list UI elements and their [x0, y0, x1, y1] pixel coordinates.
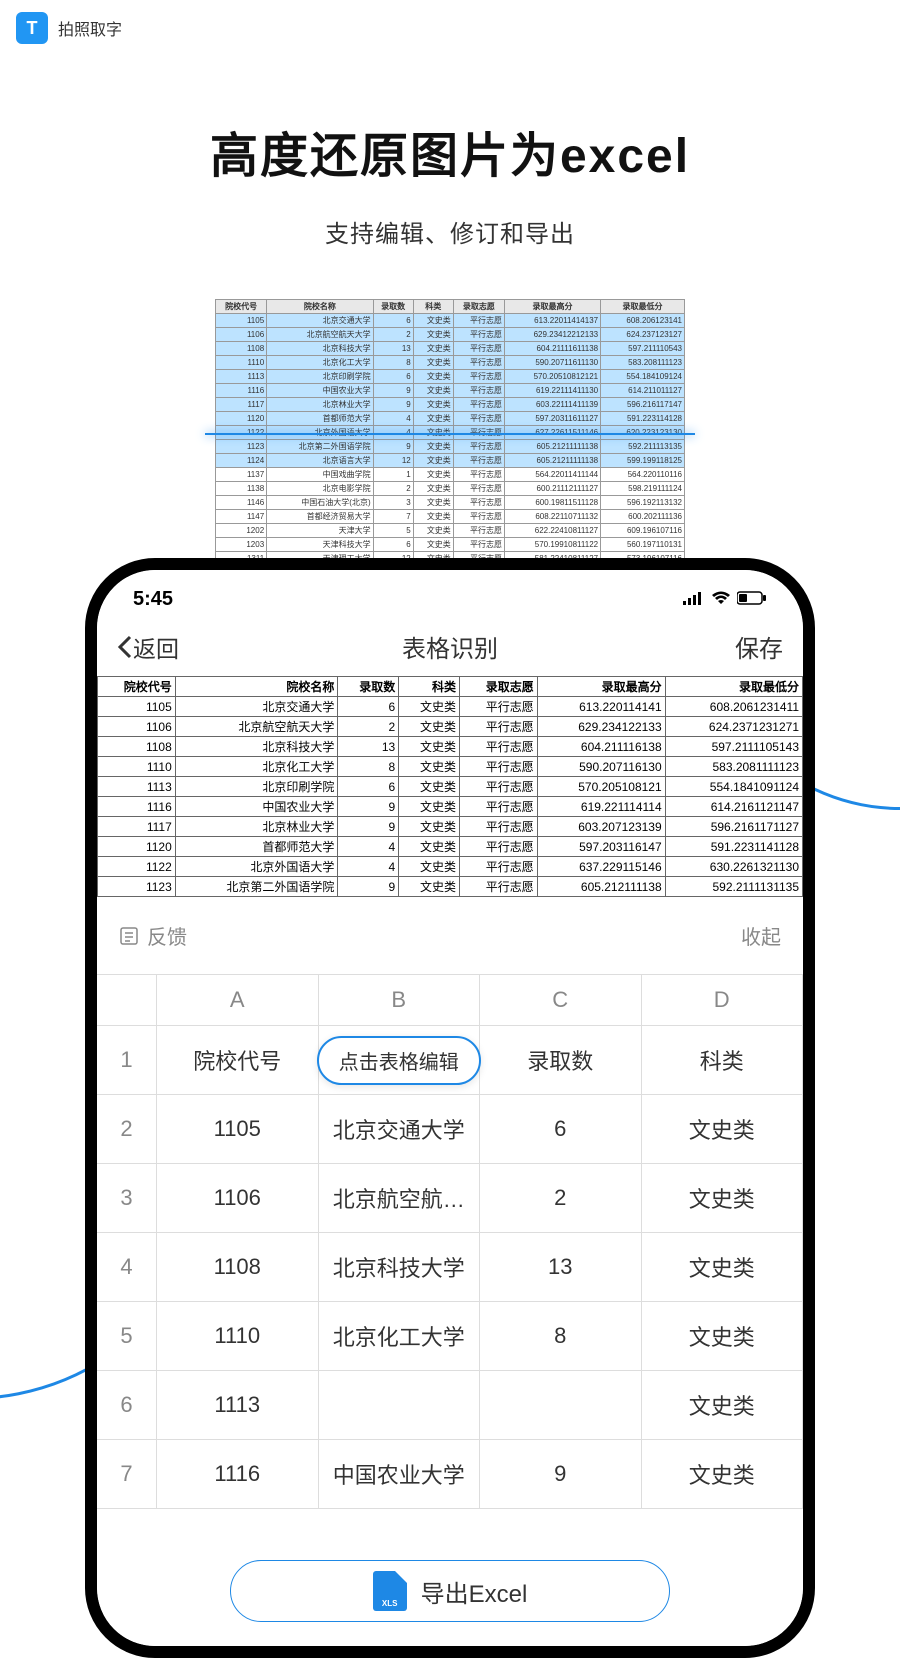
row-header[interactable]: 5	[97, 1302, 157, 1370]
xls-file-icon	[373, 1571, 407, 1611]
scan-line-indicator	[205, 433, 695, 435]
app-name: 拍照取字	[58, 16, 122, 40]
save-button[interactable]: 保存	[735, 629, 783, 664]
sheet-row: 1院校代号点击表格编辑录取数科类	[97, 1026, 803, 1095]
page-title: 表格识别	[402, 629, 498, 664]
sheet-cell[interactable]: 2	[480, 1164, 642, 1232]
column-header[interactable]: A	[157, 975, 319, 1025]
sheet-cell[interactable]: 文史类	[642, 1095, 804, 1163]
row-header[interactable]: 6	[97, 1371, 157, 1439]
edit-hint-bubble: 点击表格编辑	[317, 1036, 481, 1085]
row-header[interactable]: 4	[97, 1233, 157, 1301]
sheet-row: 41108北京科技大学13文史类	[97, 1233, 803, 1302]
sheet-cell[interactable]: 8	[480, 1302, 642, 1370]
sheet-row: 51110北京化工大学8文史类	[97, 1302, 803, 1371]
sheet-cell[interactable]: 9	[480, 1440, 642, 1508]
sheet-cell[interactable]: 1106	[157, 1164, 319, 1232]
wifi-icon	[711, 588, 731, 611]
sheet-row: 71116中国农业大学9文史类	[97, 1440, 803, 1509]
sheet-row: 31106北京航空航…2文史类	[97, 1164, 803, 1233]
sheet-cell[interactable]: 北京交通大学	[319, 1095, 481, 1163]
feedback-button[interactable]: 反馈	[119, 921, 187, 950]
sheet-cell[interactable]: 文史类	[642, 1233, 804, 1301]
sheet-cell[interactable]: 科类	[642, 1026, 804, 1094]
sheet-cell[interactable]: 文史类	[642, 1164, 804, 1232]
sheet-cell[interactable]: 北京化工大学	[319, 1302, 481, 1370]
sheet-cell[interactable]: 北京科技大学	[319, 1233, 481, 1301]
sheet-cell[interactable]: 文史类	[642, 1371, 804, 1439]
scan-preview-image: 院校代号院校名称录取数科类录取志愿录取最高分录取最低分1105北京交通大学6文史…	[215, 299, 685, 566]
app-logo-icon: T	[16, 12, 48, 44]
sheet-cell[interactable]: 中国农业大学	[319, 1440, 481, 1508]
hero-subtitle: 支持编辑、修订和导出	[0, 214, 900, 249]
sheet-cell[interactable]	[319, 1371, 481, 1439]
status-time: 5:45	[133, 588, 173, 611]
sheet-cell[interactable]: 1116	[157, 1440, 319, 1508]
phone-mockup: 5:45 返回 表格识别 保存 院校代号院校名称录取数科类录取志愿录取	[85, 558, 815, 1658]
sheet-cell[interactable]: 1105	[157, 1095, 319, 1163]
sheet-cell[interactable]: 文史类	[642, 1440, 804, 1508]
status-bar: 5:45	[97, 570, 803, 619]
battery-icon	[737, 588, 767, 611]
app-header: T 拍照取字	[0, 0, 900, 56]
scanned-result-table: 院校代号院校名称录取数科类录取志愿录取最高分录取最低分1105北京交通大学6文史…	[97, 676, 803, 897]
sheet-cell[interactable]: 院校代号	[157, 1026, 319, 1094]
row-header[interactable]: 2	[97, 1095, 157, 1163]
sheet-corner	[97, 975, 157, 1025]
row-header[interactable]: 1	[97, 1026, 157, 1094]
feedback-icon	[119, 926, 139, 946]
sheet-cell[interactable]: 1108	[157, 1233, 319, 1301]
sheet-cell[interactable]: 6	[480, 1095, 642, 1163]
sheet-cell[interactable]	[480, 1371, 642, 1439]
sheet-cell[interactable]: 北京航空航…	[319, 1164, 481, 1232]
collapse-button[interactable]: 收起	[741, 921, 781, 950]
sheet-cell[interactable]: 1110	[157, 1302, 319, 1370]
sheet-cell[interactable]: 录取数	[480, 1026, 642, 1094]
sheet-cell[interactable]: 13	[480, 1233, 642, 1301]
sheet-cell[interactable]: 点击表格编辑	[319, 1026, 481, 1094]
row-header[interactable]: 7	[97, 1440, 157, 1508]
export-excel-button[interactable]: 导出Excel	[230, 1560, 670, 1622]
column-header[interactable]: D	[642, 975, 804, 1025]
column-header[interactable]: B	[319, 975, 481, 1025]
row-header[interactable]: 3	[97, 1164, 157, 1232]
in-app-navbar: 返回 表格识别 保存	[97, 619, 803, 676]
sheet-row: 21105北京交通大学6文史类	[97, 1095, 803, 1164]
sheet-cell[interactable]: 文史类	[642, 1302, 804, 1370]
signal-icon	[683, 588, 705, 611]
sheet-cell[interactable]: 1113	[157, 1371, 319, 1439]
back-button[interactable]: 返回	[117, 630, 179, 664]
column-header[interactable]: C	[480, 975, 642, 1025]
hero-title: 高度还原图片为excel	[0, 116, 900, 186]
editable-sheet[interactable]: ABCD1院校代号点击表格编辑录取数科类21105北京交通大学6文史类31106…	[97, 974, 803, 1509]
sheet-row: 61113 文史类	[97, 1371, 803, 1440]
